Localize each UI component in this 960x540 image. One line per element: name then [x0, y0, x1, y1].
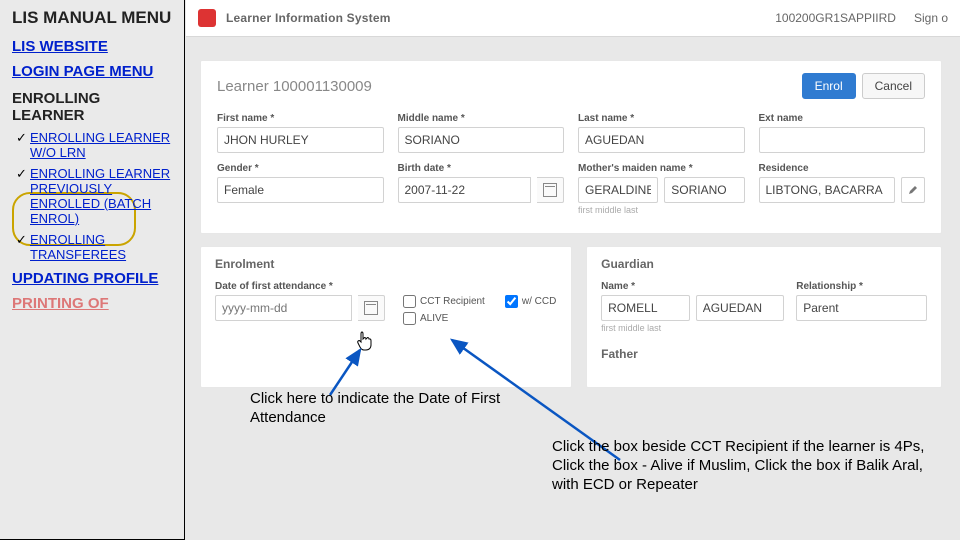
guardian-panel: Guardian Name first middle last Relation…	[586, 246, 942, 388]
app-bar: Learner Information System 100200GR1SAPP…	[186, 0, 960, 37]
last-name-input[interactable]	[578, 127, 745, 153]
link-login-page[interactable]: LOGIN PAGE MENU	[12, 63, 174, 80]
check-icon: ✓	[16, 232, 27, 248]
label-birth: Birth date	[398, 163, 565, 174]
enrolling-header: ENROLLING LEARNER	[12, 90, 174, 124]
guardian-last-input[interactable]	[696, 295, 785, 321]
gender-select[interactable]: Female	[217, 177, 384, 203]
calendar-icon[interactable]	[358, 295, 385, 321]
learner-title: Learner 100001130009	[217, 78, 372, 95]
signout-link[interactable]: Sign o	[914, 11, 948, 25]
residence-input[interactable]	[759, 177, 896, 203]
maiden-last-input[interactable]	[664, 177, 744, 203]
callout-checkboxes: Click the box beside CCT Recipient if th…	[552, 438, 942, 494]
enrolment-title: Enrolment	[215, 257, 557, 271]
maiden-first-input[interactable]	[578, 177, 658, 203]
label-gender: Gender	[217, 163, 384, 174]
guardian-title: Guardian	[601, 257, 927, 271]
manual-item-transferees[interactable]: ✓ENROLLING TRANSFEREES	[30, 232, 174, 262]
birth-date-input[interactable]	[398, 177, 532, 203]
manual-panel: LIS MANUAL MENU LIS WEBSITE LOGIN PAGE M…	[0, 0, 185, 540]
hand-cursor-icon	[356, 330, 374, 352]
first-name-input[interactable]	[217, 127, 384, 153]
app-brand: Learner Information System	[226, 11, 391, 25]
guardian-help: first middle last	[601, 323, 784, 333]
enrolment-panel: Enrolment Date of first attendance CCT R…	[200, 246, 572, 388]
pencil-icon[interactable]	[901, 177, 925, 203]
enrol-checks: CCT Recipient w/ CCD ALIVE	[403, 295, 556, 325]
manual-item-batch[interactable]: ✓ENROLLING LEARNER PREVIOUSLY ENROLLED (…	[30, 166, 174, 226]
callout-dofa: Click here to indicate the Date of First…	[250, 390, 510, 428]
label-middle-name: Middle name	[398, 113, 565, 124]
check-icon: ✓	[16, 166, 27, 182]
label-residence: Residence	[759, 163, 926, 174]
manual-title: LIS MANUAL MENU	[12, 8, 174, 28]
dofa-input[interactable]	[215, 295, 352, 321]
learner-panel: Learner 100001130009 Enrol Cancel First …	[200, 60, 942, 234]
cancel-button[interactable]: Cancel	[862, 73, 925, 99]
father-title: Father	[601, 347, 927, 361]
label-dofa: Date of first attendance	[215, 281, 385, 292]
manual-item-wo-lrn[interactable]: ✓ENROLLING LEARNER W/O LRN	[30, 130, 174, 160]
label-maiden: Mother's maiden name	[578, 163, 745, 174]
label-guardian-name: Name	[601, 281, 784, 292]
check-icon: ✓	[16, 130, 27, 146]
enrol-button[interactable]: Enrol	[802, 73, 856, 99]
maiden-help: first middle last	[578, 205, 745, 215]
label-relationship: Relationship	[796, 281, 927, 292]
app-logo	[198, 9, 216, 27]
check-cct[interactable]: CCT Recipient	[403, 295, 485, 308]
ext-name-input[interactable]	[759, 127, 926, 153]
middle-name-input[interactable]	[398, 127, 565, 153]
label-ext-name: Ext name	[759, 113, 926, 124]
label-first-name: First name	[217, 113, 384, 124]
user-label[interactable]: 100200GR1SAPPIIRD	[775, 11, 896, 25]
check-alive[interactable]: ALIVE	[403, 312, 485, 325]
link-lis-website[interactable]: LIS WEBSITE	[12, 38, 174, 55]
check-ccd[interactable]: w/ CCD	[505, 295, 556, 308]
relationship-select[interactable]: Parent	[796, 295, 927, 321]
guardian-first-input[interactable]	[601, 295, 690, 321]
link-printing[interactable]: PRINTING OF	[12, 295, 174, 312]
label-last-name: Last name	[578, 113, 745, 124]
calendar-icon[interactable]	[537, 177, 564, 203]
link-updating-profile[interactable]: UPDATING PROFILE	[12, 270, 174, 287]
